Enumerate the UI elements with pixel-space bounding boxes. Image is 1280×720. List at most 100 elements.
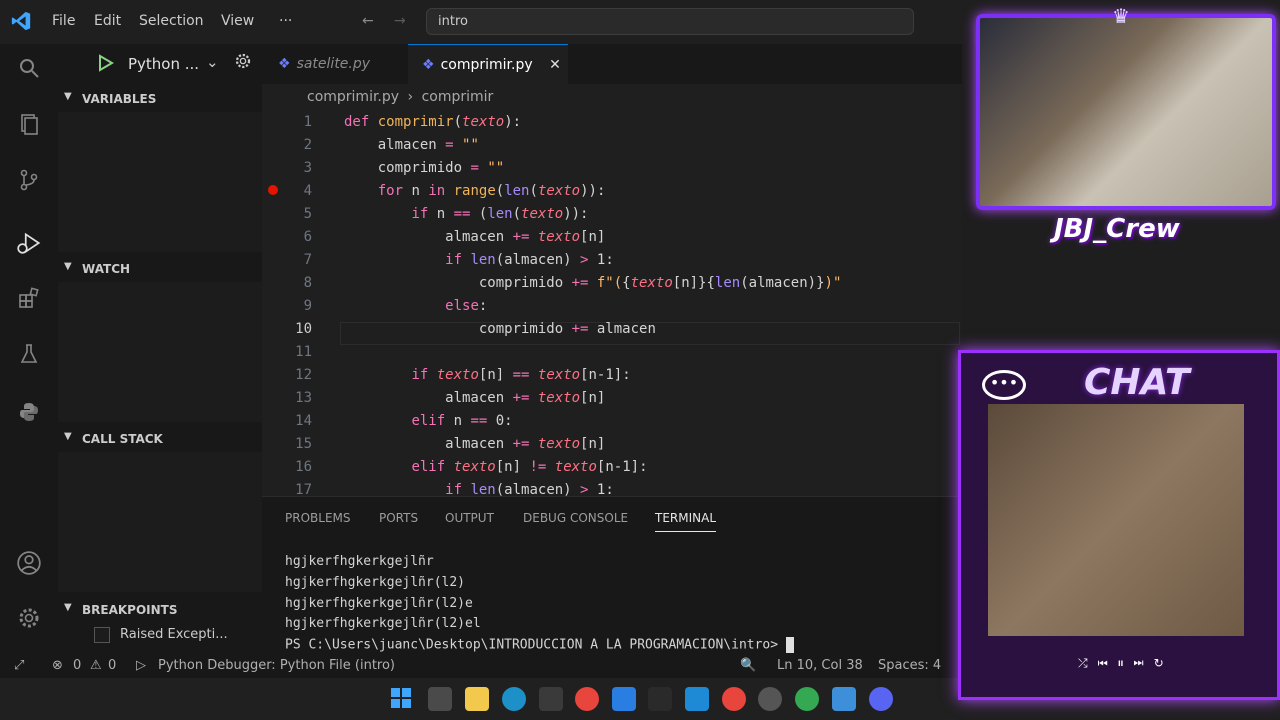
code-line: almacen += texto[n]	[344, 390, 606, 406]
code-line: comprimido += almacen	[344, 321, 656, 337]
back-arrow-icon[interactable]: ←	[362, 13, 374, 29]
vscode-taskbar-icon[interactable]	[685, 687, 709, 711]
errors-count[interactable]: 0	[73, 658, 81, 673]
terminal-prompt[interactable]: PS C:\Users\juanc\Desktop\INTRODUCCION A…	[285, 637, 794, 653]
warnings-icon[interactable]: ⚠	[90, 658, 102, 673]
chat-overlay: ••• CHAT ⤮⏮⏸⏭↻	[958, 350, 1280, 700]
terminal-line: hgjkerfhgkerkgejlñr	[285, 554, 434, 569]
menu-view[interactable]: View	[221, 13, 254, 29]
python-icon[interactable]	[14, 400, 44, 430]
run-and-debug-icon[interactable]	[14, 230, 44, 260]
extensions-icon[interactable]	[14, 286, 44, 316]
cursor-position[interactable]: Ln 10, Col 38	[777, 658, 863, 673]
chevron-down-icon[interactable]: ⌄	[206, 53, 219, 71]
discord-icon[interactable]	[869, 687, 893, 711]
file-explorer-icon[interactable]	[465, 687, 489, 711]
remote-icon[interactable]: ⤢	[14, 658, 24, 673]
previous-icon[interactable]: ⏮	[1098, 656, 1118, 670]
code-line: almacen = ""	[344, 137, 479, 153]
breadcrumb-symbol[interactable]: comprimir	[422, 89, 494, 105]
python-file-icon: ❖	[278, 56, 291, 72]
chevron-down-icon: ▼	[64, 261, 72, 272]
chevron-right-icon: ›	[407, 89, 414, 105]
debug-sidebar: ▼ VARIABLES ▼ WATCH ▼ CALL STACK ▼ BREAK…	[58, 84, 262, 656]
line-number: 13	[295, 390, 312, 406]
code-line: for n in range(len(texto)):	[377, 183, 606, 199]
webcam-feed	[976, 14, 1276, 210]
settings-gear-icon[interactable]	[14, 606, 44, 636]
tab-ports[interactable]: PORTS	[379, 511, 418, 525]
chrome-profile-icon[interactable]	[722, 687, 746, 711]
testing-flask-icon[interactable]	[14, 342, 44, 372]
terminal-line: hgjkerfhgkerkgejlñr(l2)	[285, 575, 466, 590]
breakpoint-dot[interactable]	[268, 185, 278, 195]
warnings-count[interactable]: 0	[108, 658, 116, 673]
call-stack-section-header[interactable]: ▼ CALL STACK	[58, 426, 262, 452]
tab-satelite[interactable]: ❖ satelite.py	[262, 44, 408, 84]
crew-logo-text: JBJ_Crew	[1054, 214, 1180, 244]
forward-arrow-icon[interactable]: →	[394, 13, 406, 29]
status-bar: ⤢ ⊗ 0 ⚠ 0 ▷ Python Debugger: Python File…	[0, 656, 962, 678]
explorer-icon[interactable]	[14, 112, 44, 142]
repeat-icon[interactable]: ↻	[1154, 656, 1174, 670]
tiktok-icon[interactable]	[648, 687, 672, 711]
breadcrumb-file[interactable]: comprimir.py	[307, 89, 399, 105]
search-icon[interactable]	[14, 56, 44, 86]
editor-tabs: ❖ satelite.py ❖ comprimir.py ✕	[262, 44, 962, 84]
tab-debug-console[interactable]: DEBUG CONSOLE	[523, 511, 628, 525]
line-number: 2	[303, 137, 312, 153]
start-debugging-icon[interactable]	[98, 54, 114, 76]
code-editor[interactable]: 1 2 3 4 5 6 7 8 9 10 11 12 13 14 15 16 17 def comprimir(…	[262, 110, 962, 498]
webcam-overlay: ♛ JBJ_Crew	[970, 0, 1280, 262]
task-view-icon[interactable]	[428, 687, 452, 711]
menu-file[interactable]: File	[52, 13, 75, 29]
next-icon[interactable]: ⏭	[1134, 656, 1154, 670]
chrome-icon[interactable]	[575, 687, 599, 711]
debug-config-select[interactable]: Python ...	[128, 55, 199, 73]
menu-more[interactable]: ···	[279, 13, 292, 29]
code-line: elif texto[n] != texto[n-1]:	[411, 459, 648, 475]
chat-title: CHAT	[1084, 362, 1190, 403]
code-line: almacen += texto[n]	[344, 229, 606, 245]
code-line: def comprimir(texto):	[344, 114, 522, 130]
code-line: else:	[445, 298, 488, 314]
line-number: 9	[303, 298, 312, 314]
debugger-status[interactable]: Python Debugger: Python File (intro)	[158, 658, 395, 673]
pause-icon[interactable]: ⏸	[1118, 656, 1134, 670]
code-line: comprimido = ""	[344, 160, 505, 176]
source-control-icon[interactable]	[14, 168, 44, 198]
menu-edit[interactable]: Edit	[94, 13, 121, 29]
zoom-icon[interactable]: 🔍	[740, 658, 756, 673]
watch-panel	[58, 282, 262, 422]
debug-toolbar: Python ... ⌄ ···	[58, 44, 276, 84]
tab-terminal[interactable]: TERMINAL	[655, 511, 717, 532]
outlook-icon[interactable]	[612, 687, 636, 711]
debug-settings-gear-icon[interactable]	[234, 52, 252, 74]
chat-bubble-icon: •••	[982, 370, 1026, 400]
tab-comprimir[interactable]: ❖ comprimir.py ✕	[408, 44, 568, 84]
variables-section-header[interactable]: ▼ VARIABLES	[58, 86, 262, 112]
app-window-icon[interactable]	[832, 687, 856, 711]
menu-selection[interactable]: Selection	[139, 13, 204, 29]
command-center-search[interactable]: intro	[426, 8, 914, 35]
media-controls[interactable]: ⤮⏮⏸⏭↻	[1078, 656, 1174, 671]
shuffle-icon[interactable]: ⤮	[1078, 656, 1098, 670]
line-number: 10	[295, 321, 312, 337]
call-stack-panel	[58, 452, 262, 592]
indentation[interactable]: Spaces: 4	[878, 658, 941, 673]
chrome-alt-icon[interactable]	[795, 687, 819, 711]
breadcrumb: comprimir.py › comprimir	[262, 84, 962, 110]
tab-output[interactable]: OUTPUT	[445, 511, 494, 525]
windows-start-icon[interactable]	[390, 687, 414, 711]
close-icon[interactable]: ✕	[549, 57, 561, 73]
tab-problems[interactable]: PROBLEMS	[285, 511, 351, 525]
account-icon[interactable]	[14, 550, 44, 580]
errors-icon[interactable]: ⊗	[52, 658, 63, 673]
breakpoint-checkbox[interactable]	[94, 627, 110, 643]
store-icon[interactable]	[539, 687, 563, 711]
breakpoints-section-header[interactable]: ▼ BREAKPOINTS	[58, 597, 262, 623]
watch-section-header[interactable]: ▼ WATCH	[58, 256, 262, 282]
obs-icon[interactable]	[758, 687, 782, 711]
edge-icon[interactable]	[502, 687, 526, 711]
chevron-down-icon: ▼	[64, 602, 72, 613]
